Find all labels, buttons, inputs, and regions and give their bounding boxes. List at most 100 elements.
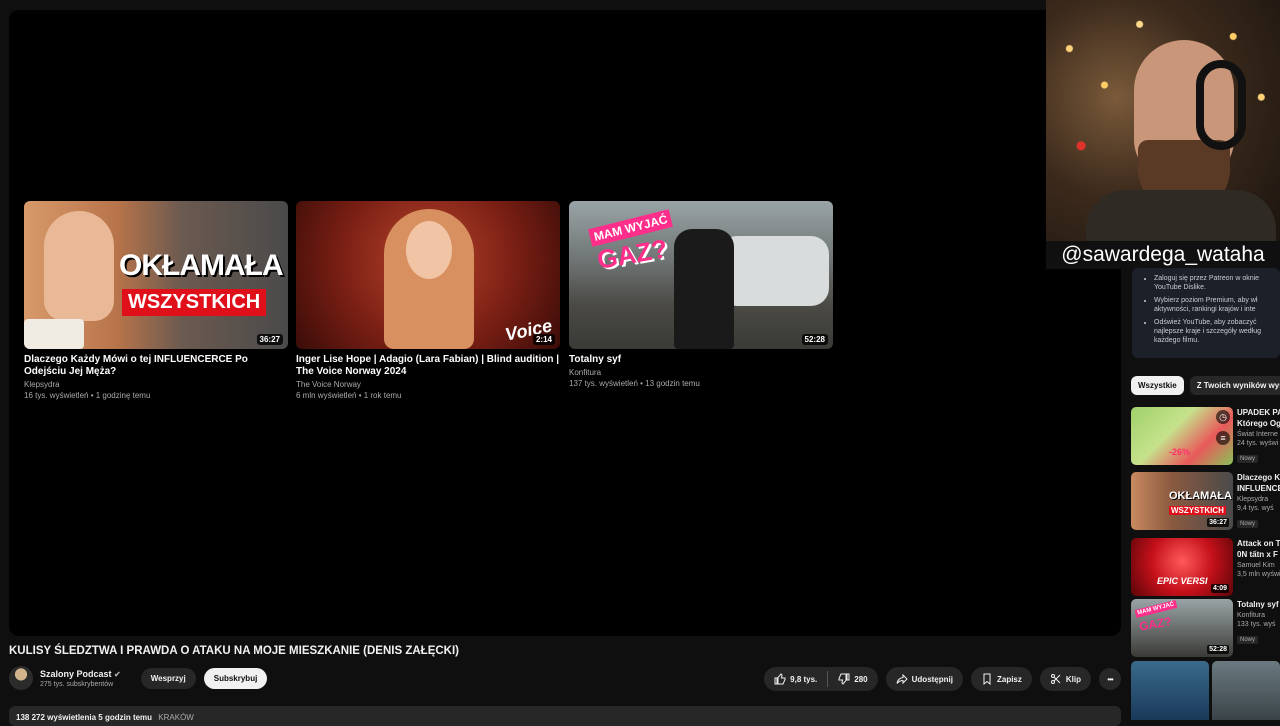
- endscreen-meta: 6 mln wyświetleń • 1 rok temu: [296, 391, 402, 400]
- panel-step: Zaloguj się przez Patreon w oknie YouTub…: [1154, 274, 1280, 292]
- share-label: Udostępnij: [911, 674, 953, 684]
- webcam-overlay: [1046, 0, 1280, 243]
- add-to-queue-icon[interactable]: ≡: [1216, 431, 1230, 445]
- related-title[interactable]: Totalny syf: [1237, 599, 1280, 610]
- endscreen-thumbnail[interactable]: OKŁAMAŁA WSZYSTKICH 36:27: [24, 201, 288, 349]
- related-thumbnail[interactable]: [1212, 661, 1280, 720]
- related-thumbnail[interactable]: -26% ◷ ≡: [1131, 407, 1233, 465]
- mug-shape: [24, 319, 84, 349]
- video-player[interactable]: OKŁAMAŁA WSZYSTKICH 36:27 Dlaczego Każdy…: [9, 10, 1121, 636]
- related-video-item[interactable]: MAM WYJAĆ GAZ? 52:28 Totalny syf Konfitu…: [1131, 599, 1280, 657]
- subscriber-count: 275 tys. subskrybentów: [40, 680, 114, 688]
- more-actions-button[interactable]: •••: [1099, 668, 1121, 690]
- endscreen-channel: Klepsydra: [24, 380, 60, 389]
- thumbnail-overlay-text: OKŁAMAŁA: [119, 249, 284, 282]
- endscreen-thumbnail[interactable]: MAM WYJAĆ GAZ? 52:28: [569, 201, 833, 349]
- support-button[interactable]: Wesprzyj: [140, 667, 196, 689]
- like-dislike-group: 9,8 tys. 280: [764, 667, 878, 691]
- share-icon: [896, 673, 908, 685]
- thumbnail-overlay-text: EPIC VERSI: [1157, 576, 1208, 586]
- like-count: 9,8 tys.: [790, 674, 818, 684]
- verified-icon: ✔: [114, 669, 121, 679]
- more-icon: •••: [1107, 674, 1113, 684]
- related-video-item[interactable]: -26% ◷ ≡ UPADEK PA Którego Og Świat Inte…: [1131, 407, 1280, 465]
- duration-badge: 52:28: [801, 334, 828, 345]
- save-label: Zapisz: [996, 674, 1022, 684]
- scissors-icon: [1050, 673, 1062, 685]
- description-box[interactable]: 138 272 wyświetlenia 5 godzin temu KRAKÓ…: [9, 706, 1121, 726]
- location-tag[interactable]: KRAKÓW: [158, 713, 194, 722]
- person-shape: [674, 229, 734, 349]
- related-title-line2[interactable]: INFLUENCE: [1237, 483, 1280, 494]
- related-views: 3,5 mln wyświ: [1237, 571, 1280, 578]
- bookmark-icon: [981, 673, 993, 685]
- related-title[interactable]: Attack on T: [1237, 538, 1280, 549]
- related-channel: Samuel Kim: [1237, 562, 1275, 569]
- view-count-and-date: 138 272 wyświetlenia 5 godzin temu: [16, 713, 153, 722]
- car-shape: [719, 236, 829, 306]
- duration-badge: 2:14: [532, 334, 555, 345]
- related-views: 24 tys. wyświ: [1237, 440, 1279, 447]
- chip-from-your-search[interactable]: Z Twoich wyników wys: [1189, 376, 1280, 395]
- endscreen-title[interactable]: Totalny syf: [569, 354, 833, 366]
- owner-row: Szalony Podcast ✔ 275 tys. subskrybentów…: [9, 665, 268, 691]
- related-video-item[interactable]: EPIC VERSI 4:09 Attack on T 0N tấtn x F …: [1131, 538, 1280, 596]
- related-channel: Konfitura: [1237, 612, 1266, 619]
- like-button[interactable]: 9,8 tys.: [764, 667, 827, 691]
- endscreen-thumbnail[interactable]: Voice 2:14: [296, 201, 560, 349]
- watch-later-icon[interactable]: ◷: [1216, 410, 1230, 424]
- share-button[interactable]: Udostępnij: [885, 667, 963, 691]
- endscreen-card[interactable]: Voice 2:14 Inger Lise Hope | Adagio (Lar…: [296, 201, 560, 400]
- related-thumbnail[interactable]: MAM WYJAĆ GAZ? 52:28: [1131, 599, 1233, 657]
- related-views: 133 tys. wyś: [1237, 621, 1276, 628]
- duration-badge: 36:27: [1207, 518, 1229, 527]
- panel-step: Odśwież YouTube, aby zobaczyć najlepsze …: [1154, 318, 1280, 345]
- subscribe-button[interactable]: Subskrybuj: [203, 667, 268, 689]
- related-video-item[interactable]: OKŁAMAŁA WSZYSTKICH 36:27 Dlaczego K INF…: [1131, 472, 1280, 530]
- related-thumbnail[interactable]: OKŁAMAŁA WSZYSTKICH 36:27: [1131, 472, 1233, 530]
- duration-badge: 4:09: [1210, 584, 1229, 593]
- clip-button[interactable]: Klip: [1039, 667, 1091, 691]
- related-title-line2[interactable]: Którego Og: [1237, 418, 1280, 429]
- thumbnail-overlay-text: -26%: [1169, 447, 1191, 457]
- dislike-button[interactable]: 280: [828, 667, 877, 691]
- related-title-line2[interactable]: 0N tấtn x F: [1237, 549, 1280, 560]
- related-thumbnail[interactable]: [1131, 661, 1209, 720]
- new-badge: Nowy: [1237, 455, 1259, 463]
- channel-name[interactable]: Szalony Podcast ✔: [40, 669, 121, 679]
- thumbnail-overlay-text: GAZ?: [1138, 614, 1173, 634]
- channel-name-text[interactable]: Szalony Podcast: [40, 669, 112, 679]
- dislike-extension-panel: Zaloguj się przez Patreon w oknie YouTub…: [1132, 268, 1280, 358]
- thumbnail-overlay-text: MAM WYJAĆ: [1134, 600, 1178, 618]
- endscreen-card[interactable]: OKŁAMAŁA WSZYSTKICH 36:27 Dlaczego Każdy…: [24, 201, 288, 400]
- thumbnail-overlay-text: WSZYSTKICH: [1169, 506, 1226, 515]
- endscreen-channel: Konfitura: [569, 368, 602, 377]
- thumbs-down-icon: [838, 673, 850, 685]
- endscreen-title[interactable]: Inger Lise Hope | Adagio (Lara Fabian) |…: [296, 354, 560, 378]
- thumbnail-overlay-text: WSZYSTKICH: [122, 289, 267, 316]
- channel-avatar[interactable]: [9, 666, 33, 690]
- thumbs-up-icon: [774, 673, 786, 685]
- face-shape: [406, 221, 452, 279]
- new-badge: Nowy: [1237, 636, 1259, 644]
- related-channel: Klepsydra: [1237, 496, 1269, 503]
- save-button[interactable]: Zapisz: [970, 667, 1032, 691]
- duration-badge: 36:27: [256, 334, 283, 345]
- related-thumbnail[interactable]: EPIC VERSI 4:09: [1131, 538, 1233, 596]
- related-title[interactable]: Dlaczego K: [1237, 472, 1280, 483]
- person-shape: [44, 211, 114, 321]
- endscreen-card[interactable]: MAM WYJAĆ GAZ? 52:28 Totalny syf Konfitu…: [569, 201, 833, 388]
- related-channel: Świat Interne: [1237, 431, 1278, 438]
- endscreen-title[interactable]: Dlaczego Każdy Mówi o tej INFLUENCERCE P…: [24, 354, 288, 378]
- related-filter-chips: Wszystkie Z Twoich wyników wys: [1131, 376, 1280, 395]
- panel-step: Wybierz poziom Premium, aby wł aktywnośc…: [1154, 296, 1280, 314]
- streamer-handle: @sawardega_wataha: [1046, 241, 1280, 269]
- headphones-shape: [1196, 60, 1246, 150]
- new-badge: Nowy: [1237, 520, 1259, 528]
- video-actions: 9,8 tys. 280 Udostępnij Zapisz Klip •••: [764, 667, 1121, 691]
- chip-all[interactable]: Wszystkie: [1131, 376, 1184, 395]
- endscreen-channel: The Voice Norway: [296, 380, 361, 389]
- clip-label: Klip: [1065, 674, 1081, 684]
- duration-badge: 52:28: [1207, 645, 1229, 654]
- related-title[interactable]: UPADEK PA: [1237, 407, 1280, 418]
